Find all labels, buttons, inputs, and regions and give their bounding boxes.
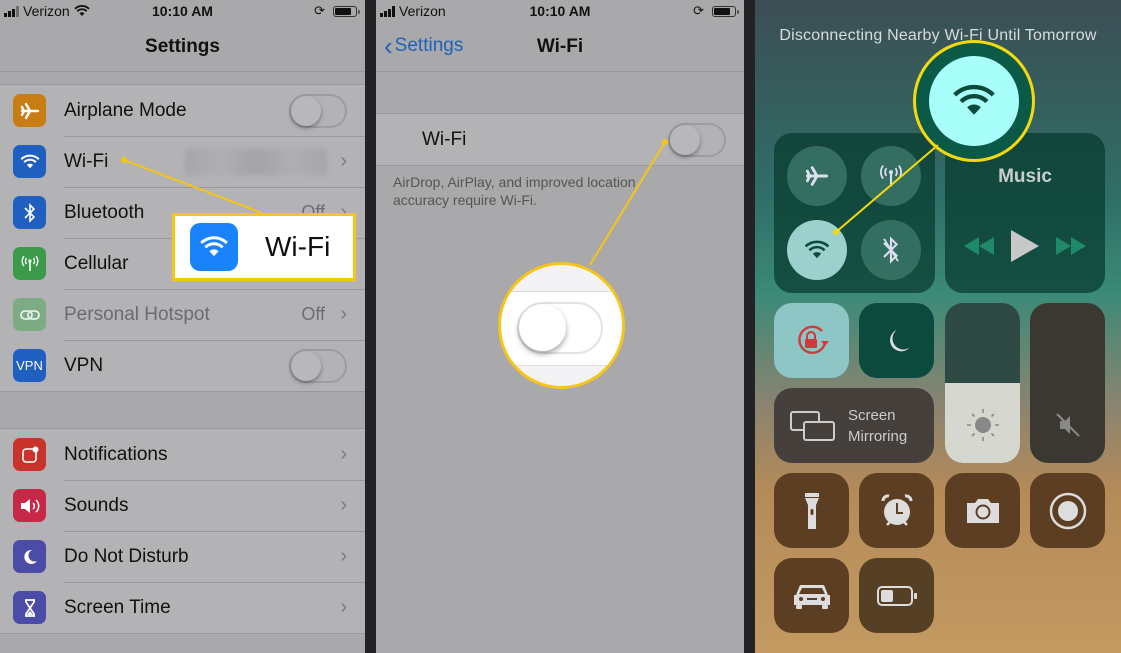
mute-icon (1056, 413, 1080, 437)
screen-mirroring-icon (790, 410, 835, 441)
flashlight-button[interactable] (774, 473, 849, 548)
nav-bar: ‹ Settings Wi-Fi (376, 22, 744, 72)
row-label: Airplane Mode (64, 99, 187, 121)
settings-row-do-not-disturb[interactable]: Do Not Disturb › (0, 531, 365, 582)
wifi-magnifier-callout (913, 40, 1035, 162)
notifications-icon (13, 438, 46, 471)
moon-icon (13, 540, 46, 573)
brightness-slider[interactable] (945, 303, 1020, 463)
hourglass-icon (13, 591, 46, 624)
row-label: Wi-Fi (422, 128, 467, 150)
network-name-blurred (185, 148, 327, 175)
page-title: Wi-Fi (536, 36, 584, 57)
wifi-toggle-group: Wi-Fi (376, 113, 744, 166)
chevron-right-icon: › (340, 545, 347, 567)
rewind-icon[interactable] (963, 237, 994, 255)
wifi-icon (953, 84, 995, 115)
row-label: Do Not Disturb (64, 545, 189, 567)
orientation-lock-button[interactable] (774, 303, 849, 378)
do-not-disturb-button[interactable] (859, 303, 934, 378)
nav-bar: Settings (0, 22, 365, 72)
orientation-lock-icon (797, 325, 829, 354)
screen-mirroring-button[interactable]: Screen Mirroring (774, 388, 934, 463)
cellular-data-button[interactable] (861, 146, 921, 206)
airplane-icon (13, 94, 46, 127)
settings-row-sounds[interactable]: Sounds › (0, 480, 365, 531)
chevron-right-icon: › (340, 494, 347, 516)
settings-row-wifi[interactable]: Wi-Fi › (0, 136, 365, 187)
airplane-mode-toggle[interactable] (289, 93, 347, 128)
bluetooth-icon (13, 196, 46, 229)
settings-row-vpn[interactable]: VPN VPN (0, 340, 365, 391)
settings-group-general: Notifications › Sounds › Do Not Disturb … (0, 428, 365, 634)
volume-slider[interactable] (1030, 303, 1105, 463)
chevron-right-icon: › (340, 596, 347, 618)
rotation-lock-icon: ⟳ (314, 3, 325, 18)
vpn-icon: VPN (13, 349, 46, 382)
row-value: Off (301, 304, 325, 324)
wifi-footnote: AirDrop, AirPlay, and improved location … (393, 174, 636, 208)
car-icon (793, 584, 830, 609)
chevron-right-icon: › (340, 443, 347, 465)
row-label: Screen Time (64, 596, 171, 618)
row-label: Cellular (64, 252, 129, 274)
row-label: Sounds (64, 494, 129, 516)
sounds-icon (13, 489, 46, 522)
wifi-button[interactable] (787, 220, 847, 280)
moon-icon (889, 329, 910, 351)
wifi-icon (190, 223, 238, 271)
settings-row-airplane-mode[interactable]: Airplane Mode (0, 85, 365, 136)
settings-row-notifications[interactable]: Notifications › (0, 429, 365, 480)
camera-button[interactable] (945, 473, 1020, 548)
cellular-icon (13, 247, 46, 280)
wifi-disconnect-banner: Disconnecting Nearby Wi-Fi Until Tomorro… (779, 27, 1097, 44)
low-power-mode-button[interactable] (859, 558, 934, 633)
connectivity-tile (774, 133, 935, 293)
driving-mode-button[interactable] (774, 558, 849, 633)
status-bar: Verizon 10:10 AM ⟳ (376, 0, 744, 22)
wifi-toggle[interactable] (668, 122, 726, 157)
wifi-row[interactable]: Wi-Fi (376, 114, 744, 165)
alarm-clock-button[interactable] (859, 473, 934, 548)
wifi-toggle-magnified (517, 302, 603, 354)
row-label: Bluetooth (64, 201, 145, 223)
rotation-lock-icon: ⟳ (693, 3, 704, 18)
play-icon[interactable] (1010, 230, 1039, 262)
chevron-right-icon: › (340, 150, 347, 172)
airplane-mode-button[interactable] (787, 146, 847, 206)
settings-row-screen-time[interactable]: Screen Time › (0, 582, 365, 633)
alarm-clock-icon (881, 493, 912, 526)
vpn-toggle[interactable] (289, 348, 347, 383)
callout-label: Wi-Fi (265, 231, 331, 262)
page-title: Settings (145, 36, 220, 57)
screen-recording-button[interactable] (1030, 473, 1105, 548)
row-label: Wi-Fi (64, 150, 109, 172)
fast-forward-icon[interactable] (1056, 237, 1087, 255)
hotspot-icon (13, 298, 46, 331)
screen-mirroring-label-1: Screen (848, 406, 896, 424)
music-title: Music (998, 166, 1052, 187)
row-label: Personal Hotspot (64, 303, 210, 325)
camera-icon (966, 498, 999, 523)
row-label: Notifications (64, 443, 168, 465)
wifi-callout: Wi-Fi (172, 213, 356, 281)
flashlight-icon (804, 492, 819, 529)
row-label: VPN (64, 354, 104, 376)
battery-icon (712, 5, 739, 17)
battery-icon (333, 5, 360, 17)
clock: 10:10 AM (152, 3, 213, 19)
bluetooth-button[interactable] (861, 220, 921, 280)
record-icon (1049, 492, 1086, 529)
status-bar: Verizon 10:10 AM ⟳ (0, 0, 365, 22)
chevron-right-icon: › (340, 303, 347, 325)
clock: 10:10 AM (529, 3, 591, 19)
brightness-icon (967, 409, 999, 441)
screen-mirroring-label-2: Mirroring (848, 427, 908, 445)
settings-row-personal-hotspot[interactable]: Personal Hotspot Off › (0, 289, 365, 340)
settings-panel: Verizon 10:10 AM ⟳ Settings Airplane Mod… (0, 0, 365, 653)
toggle-magnifier-callout (498, 262, 625, 389)
battery-icon (876, 585, 917, 606)
wifi-icon (13, 145, 46, 178)
